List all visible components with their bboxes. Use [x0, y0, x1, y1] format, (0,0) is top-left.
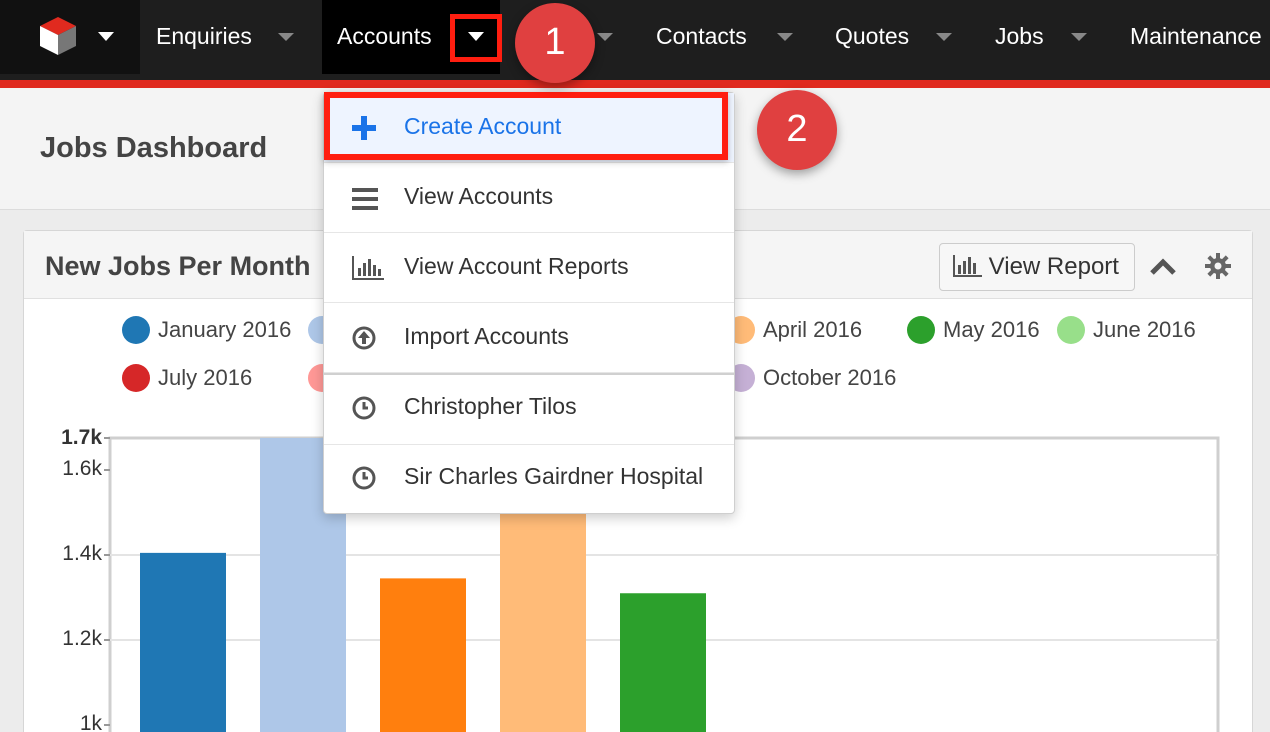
chevron-down-icon[interactable]: [278, 33, 294, 41]
nav-item-contacts[interactable]: Contacts: [656, 0, 747, 74]
nav-item-jobs[interactable]: Jobs: [995, 0, 1044, 74]
menu-item-recent-sir-charles-gairdner[interactable]: Sir Charles Gairdner Hospital: [324, 445, 734, 515]
legend-label: October 2016: [763, 365, 897, 390]
nav-item-label: Jobs: [995, 23, 1044, 49]
nav-item-label: Maintenance: [1130, 23, 1262, 49]
legend-label: April 2016: [763, 317, 863, 342]
y-tick-label: 1.4k: [62, 542, 102, 565]
menu-item-recent-christopher-tilos[interactable]: Christopher Tilos: [324, 375, 734, 445]
chevron-down-icon: [98, 32, 114, 41]
chevron-down-icon[interactable]: [936, 33, 952, 41]
view-report-label: View Report: [988, 253, 1119, 280]
upload-icon: [352, 326, 376, 350]
nav-item-enquiries[interactable]: Enquiries: [156, 0, 252, 74]
bar-chart-icon: [953, 255, 982, 277]
legend-swatch: [122, 364, 150, 392]
gear-icon[interactable]: [1205, 253, 1231, 279]
legend-swatch: [907, 316, 935, 344]
legend-label: May 2016: [943, 317, 1040, 342]
top-nav: Enquiries Accounts Contacts Quotes Jobs …: [0, 0, 1270, 80]
chevron-up-icon[interactable]: [1149, 253, 1177, 281]
y-tick-label: 1.7k: [61, 426, 102, 449]
create-account-highlight: [324, 92, 728, 160]
menu-item-view-account-reports[interactable]: View Account Reports: [324, 233, 734, 303]
y-tick-label: 1.6k: [62, 457, 102, 480]
panel-title: New Jobs Per Month: [45, 251, 311, 281]
legend-swatch: [1057, 316, 1085, 344]
view-report-button[interactable]: View Report: [939, 243, 1135, 291]
clock-icon: [352, 466, 376, 490]
legend-label: July 2016: [158, 365, 253, 390]
list-icon: [352, 188, 378, 210]
menu-item-label: Christopher Tilos: [404, 393, 577, 419]
bar-chart-icon: [352, 256, 384, 280]
legend-swatch: [122, 316, 150, 344]
chevron-down-icon[interactable]: [1071, 33, 1087, 41]
nav-item-label: Contacts: [656, 23, 747, 49]
nav-item-label: Enquiries: [156, 23, 252, 49]
legend-label: January 2016: [158, 317, 292, 342]
legend-label: June 2016: [1093, 317, 1196, 342]
nav-item-maintenance[interactable]: Maintenance: [1130, 0, 1270, 74]
y-tick-label: 1k: [79, 712, 102, 732]
accounts-dropdown-toggle[interactable]: [450, 14, 502, 62]
step-marker-2: 2: [757, 90, 837, 170]
chevron-down-icon: [468, 32, 484, 41]
clock-icon: [352, 396, 376, 420]
step-marker-1: 1: [515, 3, 595, 83]
menu-item-label: Import Accounts: [404, 323, 569, 349]
nav-accent-bar: [0, 80, 1270, 88]
menu-item-view-accounts[interactable]: View Accounts: [324, 163, 734, 233]
logo-menu[interactable]: [0, 0, 140, 74]
menu-item-label: View Account Reports: [404, 253, 629, 279]
nav-item-label: Quotes: [835, 23, 910, 49]
logo-icon: [40, 17, 76, 55]
menu-item-label: View Accounts: [404, 183, 554, 209]
chevron-down-icon[interactable]: [777, 33, 793, 41]
menu-item-import-accounts[interactable]: Import Accounts: [324, 303, 734, 373]
menu-item-label: Sir Charles Gairdner Hospital: [404, 463, 704, 489]
nav-item-quotes[interactable]: Quotes: [835, 0, 909, 74]
page-title: Jobs Dashboard: [40, 132, 268, 164]
y-tick-label: 1.2k: [62, 627, 102, 650]
chevron-down-icon[interactable]: [597, 33, 613, 41]
nav-item-label: Accounts: [337, 23, 432, 49]
